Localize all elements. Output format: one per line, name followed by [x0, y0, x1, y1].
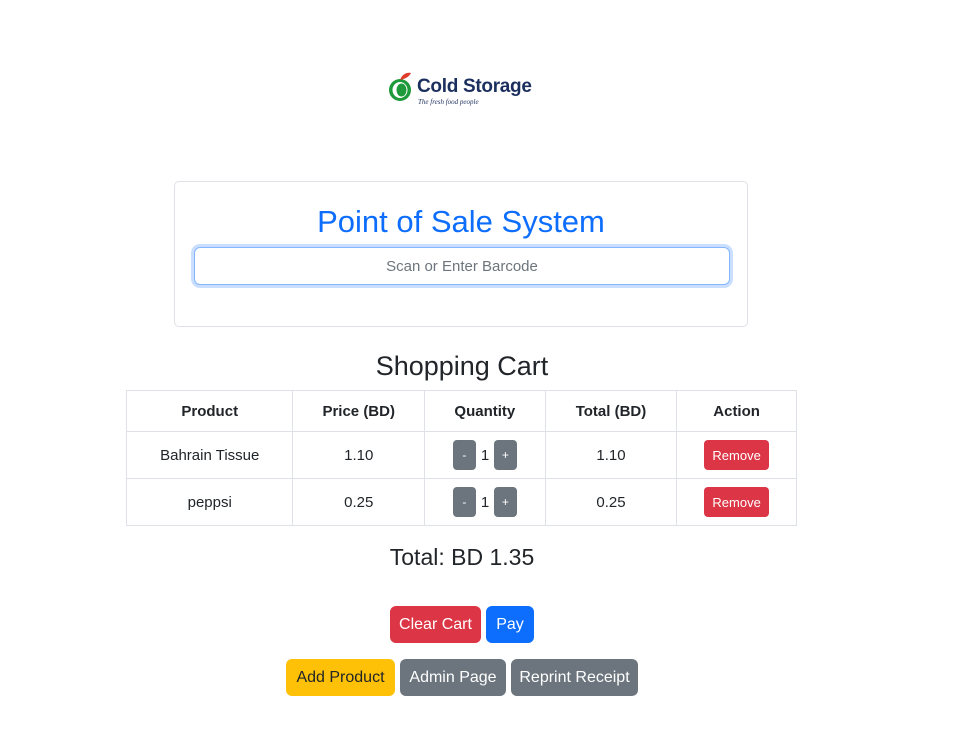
table-header-row: Product Price (BD) Quantity Total (BD) A…: [125, 390, 797, 432]
table-row: peppsi 0.25 - 1 + 0.25 Remove: [125, 478, 797, 526]
decrement-button[interactable]: -: [452, 487, 476, 517]
brand-tagline: The fresh food people: [418, 98, 479, 106]
product-name: Bahrain Tissue: [125, 431, 294, 479]
decrement-button[interactable]: -: [452, 440, 476, 470]
page-title: Point of Sale System: [317, 204, 605, 239]
column-header-quantity: Quantity: [423, 390, 546, 432]
quantity-stepper: - 1 +: [423, 478, 546, 526]
table-row: Bahrain Tissue 1.10 - 1 + 1.10 Remove: [125, 431, 797, 479]
admin-page-button[interactable]: Admin Page: [400, 659, 506, 696]
add-product-button[interactable]: Add Product: [286, 659, 395, 696]
quantity-value: 1: [480, 493, 490, 511]
action-cell: Remove: [676, 478, 797, 526]
cold-storage-logo: Cold Storage The fresh food people: [388, 70, 538, 110]
quantity-value: 1: [480, 446, 490, 464]
line-total: 1.10: [544, 431, 678, 479]
line-total: 0.25: [544, 478, 678, 526]
column-header-action: Action: [676, 390, 797, 432]
brand-name: Cold Storage: [417, 76, 532, 97]
product-name: peppsi: [125, 478, 294, 526]
scan-card: Point of Sale System: [174, 181, 748, 327]
column-header-price: Price (BD): [292, 390, 425, 432]
increment-button[interactable]: +: [493, 487, 517, 517]
cart-heading: Shopping Cart: [375, 351, 549, 381]
action-cell: Remove: [676, 431, 797, 479]
cart-table: Product Price (BD) Quantity Total (BD) A…: [125, 390, 797, 526]
clear-cart-button[interactable]: Clear Cart: [390, 606, 481, 643]
pos-page: Cold Storage The fresh food people Point…: [0, 0, 967, 732]
column-header-total: Total (BD): [544, 390, 678, 432]
barcode-input[interactable]: [194, 247, 730, 285]
remove-button[interactable]: Remove: [704, 487, 770, 517]
column-header-product: Product: [125, 390, 294, 432]
quantity-stepper: - 1 +: [423, 431, 546, 479]
reprint-receipt-button[interactable]: Reprint Receipt: [511, 659, 638, 696]
apple-icon: [389, 72, 411, 101]
product-price: 0.25: [292, 478, 425, 526]
remove-button[interactable]: Remove: [704, 440, 770, 470]
pay-button[interactable]: Pay: [486, 606, 534, 643]
cart-grand-total: Total: BD 1.35: [389, 544, 535, 570]
product-price: 1.10: [292, 431, 425, 479]
increment-button[interactable]: +: [493, 440, 517, 470]
